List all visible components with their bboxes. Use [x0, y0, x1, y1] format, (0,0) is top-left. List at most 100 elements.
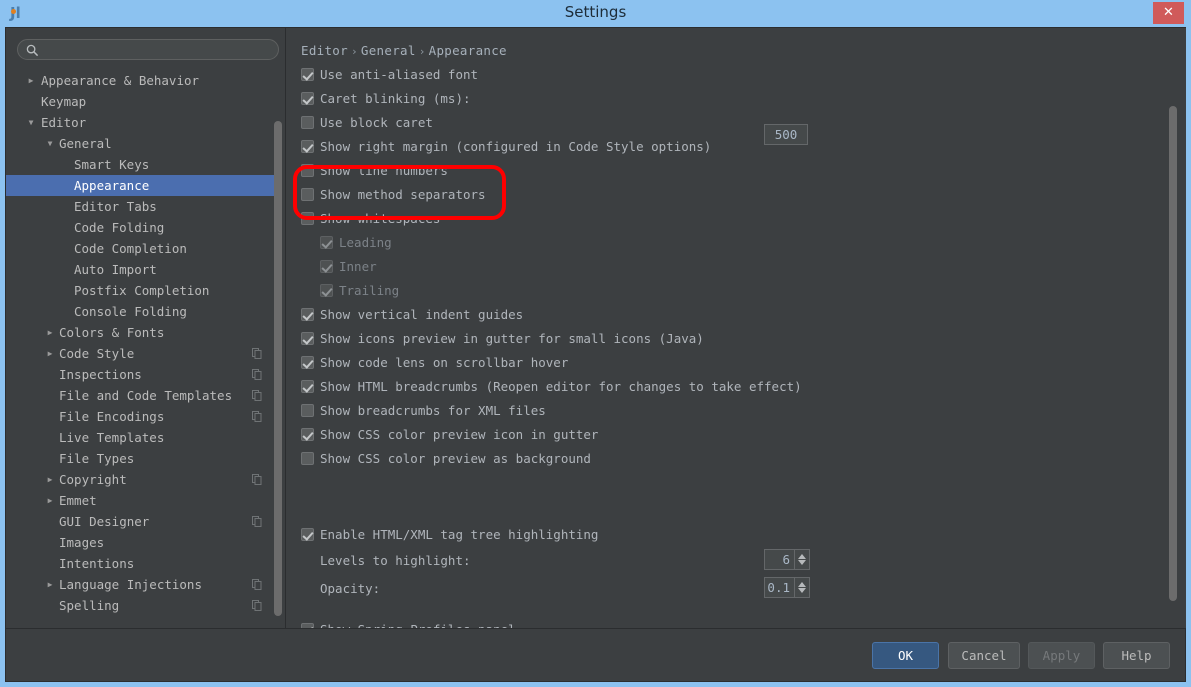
breadcrumb-item: General — [361, 43, 416, 58]
checkbox-show-whitespaces[interactable] — [301, 212, 314, 225]
caret-blinking-input[interactable] — [764, 124, 808, 145]
checkbox-show-code-lens-on-scrollbar-hover[interactable] — [301, 356, 314, 369]
sidebar-item-file-and-code-templates[interactable]: File and Code Templates — [6, 385, 278, 406]
breadcrumb-item: Editor — [301, 43, 348, 58]
option-row[interactable]: Show CSS color preview as background — [287, 448, 1167, 472]
settings-tree[interactable]: ▶Appearance & BehaviorKeymap▼Editor▼Gene… — [6, 70, 278, 625]
chevron-right-icon[interactable]: ▶ — [44, 322, 56, 343]
sidebar-item-appearance[interactable]: Appearance — [6, 175, 278, 196]
chevron-right-icon[interactable]: ▶ — [44, 490, 56, 511]
sidebar-item-editor[interactable]: ▼Editor — [6, 112, 278, 133]
stepper-arrows[interactable] — [794, 550, 809, 569]
checkbox-trailing[interactable] — [320, 284, 333, 297]
search-box[interactable] — [17, 39, 279, 60]
sidebar-item-label: Editor Tabs — [74, 196, 157, 217]
ok-button[interactable]: OK — [872, 642, 939, 669]
sidebar-item-console-folding[interactable]: Console Folding — [6, 301, 278, 322]
sidebar-item-label: Emmet — [59, 490, 97, 511]
sidebar-item-editor-tabs[interactable]: Editor Tabs — [6, 196, 278, 217]
chevron-right-icon[interactable]: ▶ — [44, 574, 56, 595]
sidebar-item-auto-import[interactable]: Auto Import — [6, 259, 278, 280]
checkbox-show-css-color-preview-icon-in-gutter[interactable] — [301, 428, 314, 441]
chevron-down-icon[interactable]: ▼ — [25, 112, 37, 133]
sidebar-item-keymap[interactable]: Keymap — [6, 91, 278, 112]
option-label: Trailing — [339, 283, 399, 298]
sidebar-item-label: File Types — [59, 448, 134, 469]
sidebar-item-live-templates[interactable]: Live Templates — [6, 427, 278, 448]
option-row[interactable]: Show right margin (configured in Code St… — [287, 136, 1167, 160]
option-row[interactable]: Inner — [287, 256, 1167, 280]
sidebar-item-general[interactable]: ▼General — [6, 133, 278, 154]
option-row-enable-html-xml[interactable]: Enable HTML/XML tag tree highlighting — [287, 524, 1147, 548]
option-row[interactable]: Leading — [287, 232, 1167, 256]
sidebar-item-appearance-behavior[interactable]: ▶Appearance & Behavior — [6, 70, 278, 91]
sidebar-item-postfix-completion[interactable]: Postfix Completion — [6, 280, 278, 301]
sidebar-scrollbar-thumb[interactable] — [274, 121, 282, 616]
checkbox-use-block-caret[interactable] — [301, 116, 314, 129]
chevron-right-icon[interactable]: ▶ — [25, 70, 37, 91]
checkbox-leading[interactable] — [320, 236, 333, 249]
cancel-button[interactable]: Cancel — [948, 642, 1020, 669]
sidebar-item-file-types[interactable]: File Types — [6, 448, 278, 469]
option-row[interactable]: Show whitespaces — [287, 208, 1167, 232]
option-row[interactable]: Show breadcrumbs for XML files — [287, 400, 1167, 424]
checkbox-show-vertical-indent-guides[interactable] — [301, 308, 314, 321]
content-scrollbar-track[interactable] — [1172, 64, 1182, 624]
search-input[interactable] — [44, 40, 274, 59]
checkbox-show-method-separators[interactable] — [301, 188, 314, 201]
sidebar-item-spelling[interactable]: Spelling — [6, 595, 278, 616]
sidebar-item-copyright[interactable]: ▶Copyright — [6, 469, 278, 490]
sidebar-item-inspections[interactable]: Inspections — [6, 364, 278, 385]
checkbox-show-icons-preview-in-gutter-for-small-i[interactable] — [301, 332, 314, 345]
content-scrollbar-thumb[interactable] — [1169, 106, 1177, 601]
copy-settings-icon — [252, 474, 262, 485]
chevron-right-icon[interactable]: ▶ — [44, 343, 56, 364]
sidebar-item-gui-designer[interactable]: GUI Designer — [6, 511, 278, 532]
sidebar-item-intentions[interactable]: Intentions — [6, 553, 278, 574]
sidebar-item-emmet[interactable]: ▶Emmet — [6, 490, 278, 511]
copy-settings-icon — [252, 390, 262, 401]
option-row[interactable]: Use anti-aliased font — [287, 64, 1167, 88]
sidebar-item-label: Spelling — [59, 595, 119, 616]
chevron-down-icon[interactable]: ▼ — [44, 133, 56, 154]
apply-button[interactable]: Apply — [1028, 642, 1095, 669]
sidebar-item-label: Colors & Fonts — [59, 322, 164, 343]
sidebar-item-images[interactable]: Images — [6, 532, 278, 553]
checkbox-show-html-breadcrumbs-reopen-editor-for-[interactable] — [301, 380, 314, 393]
chevron-right-icon[interactable]: ▶ — [44, 469, 56, 490]
option-row[interactable]: Show HTML breadcrumbs (Reopen editor for… — [287, 376, 1167, 400]
opacity-stepper[interactable]: 0.1 — [764, 577, 810, 598]
window-title: Settings — [0, 3, 1191, 21]
checkbox-show-breadcrumbs-for-xml-files[interactable] — [301, 404, 314, 417]
option-row[interactable]: Show line numbers — [287, 160, 1167, 184]
checkbox-show-line-numbers[interactable] — [301, 164, 314, 177]
option-row[interactable]: Show icons preview in gutter for small i… — [287, 328, 1167, 352]
sidebar-item-colors-fonts[interactable]: ▶Colors & Fonts — [6, 322, 278, 343]
sidebar-item-smart-keys[interactable]: Smart Keys — [6, 154, 278, 175]
checkbox-show-right-margin-configured-in-code-sty[interactable] — [301, 140, 314, 153]
sidebar-item-language-injections[interactable]: ▶Language Injections — [6, 574, 278, 595]
option-row[interactable]: Show code lens on scrollbar hover — [287, 352, 1167, 376]
close-icon[interactable]: ✕ — [1153, 2, 1184, 24]
sidebar-item-code-completion[interactable]: Code Completion — [6, 238, 278, 259]
option-row[interactable]: Use block caret — [287, 112, 1167, 136]
option-row[interactable]: Caret blinking (ms): — [287, 88, 1167, 112]
checkbox-show-css-color-preview-as-background[interactable] — [301, 452, 314, 465]
option-row[interactable]: Trailing — [287, 280, 1167, 304]
option-row[interactable]: Show method separators — [287, 184, 1167, 208]
sidebar-item-code-folding[interactable]: Code Folding — [6, 217, 278, 238]
checkbox-enable-html-xml[interactable] — [301, 528, 314, 541]
help-button[interactable]: Help — [1103, 642, 1170, 669]
levels-to-highlight-stepper[interactable]: 6 — [764, 549, 810, 570]
sidebar-item-label: Appearance & Behavior — [41, 70, 199, 91]
checkbox-caret-blinking-ms[interactable] — [301, 92, 314, 105]
sidebar-item-file-encodings[interactable]: File Encodings — [6, 406, 278, 427]
checkbox-inner[interactable] — [320, 260, 333, 273]
sidebar-item-code-style[interactable]: ▶Code Style — [6, 343, 278, 364]
checkbox-use-anti-aliased-font[interactable] — [301, 68, 314, 81]
option-row[interactable]: Show CSS color preview icon in gutter — [287, 424, 1167, 448]
stepper-arrows[interactable] — [794, 578, 809, 597]
option-row[interactable]: Show vertical indent guides — [287, 304, 1167, 328]
sidebar-scrollbar-track[interactable] — [274, 70, 284, 626]
opacity-label: Opacity: — [320, 581, 380, 596]
